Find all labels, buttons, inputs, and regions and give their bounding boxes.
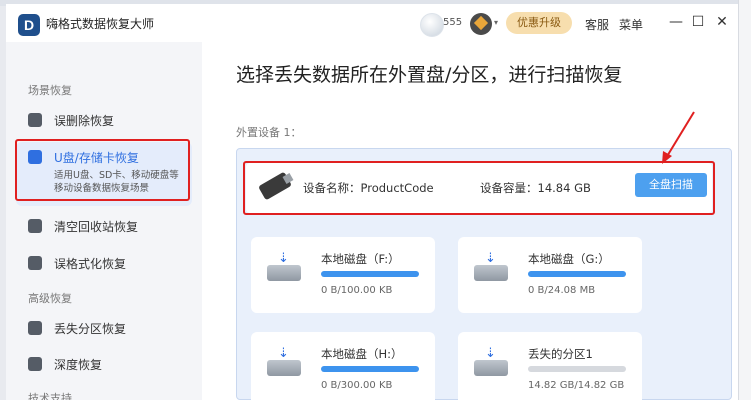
background-window-edge — [738, 0, 751, 400]
annotation-arrow — [662, 111, 695, 164]
app-window: D 嗨格式数据恢复大师 555 ▾ 优惠升级 客服 菜单 — ☐ ✕ 场景恢复 … — [6, 4, 738, 400]
